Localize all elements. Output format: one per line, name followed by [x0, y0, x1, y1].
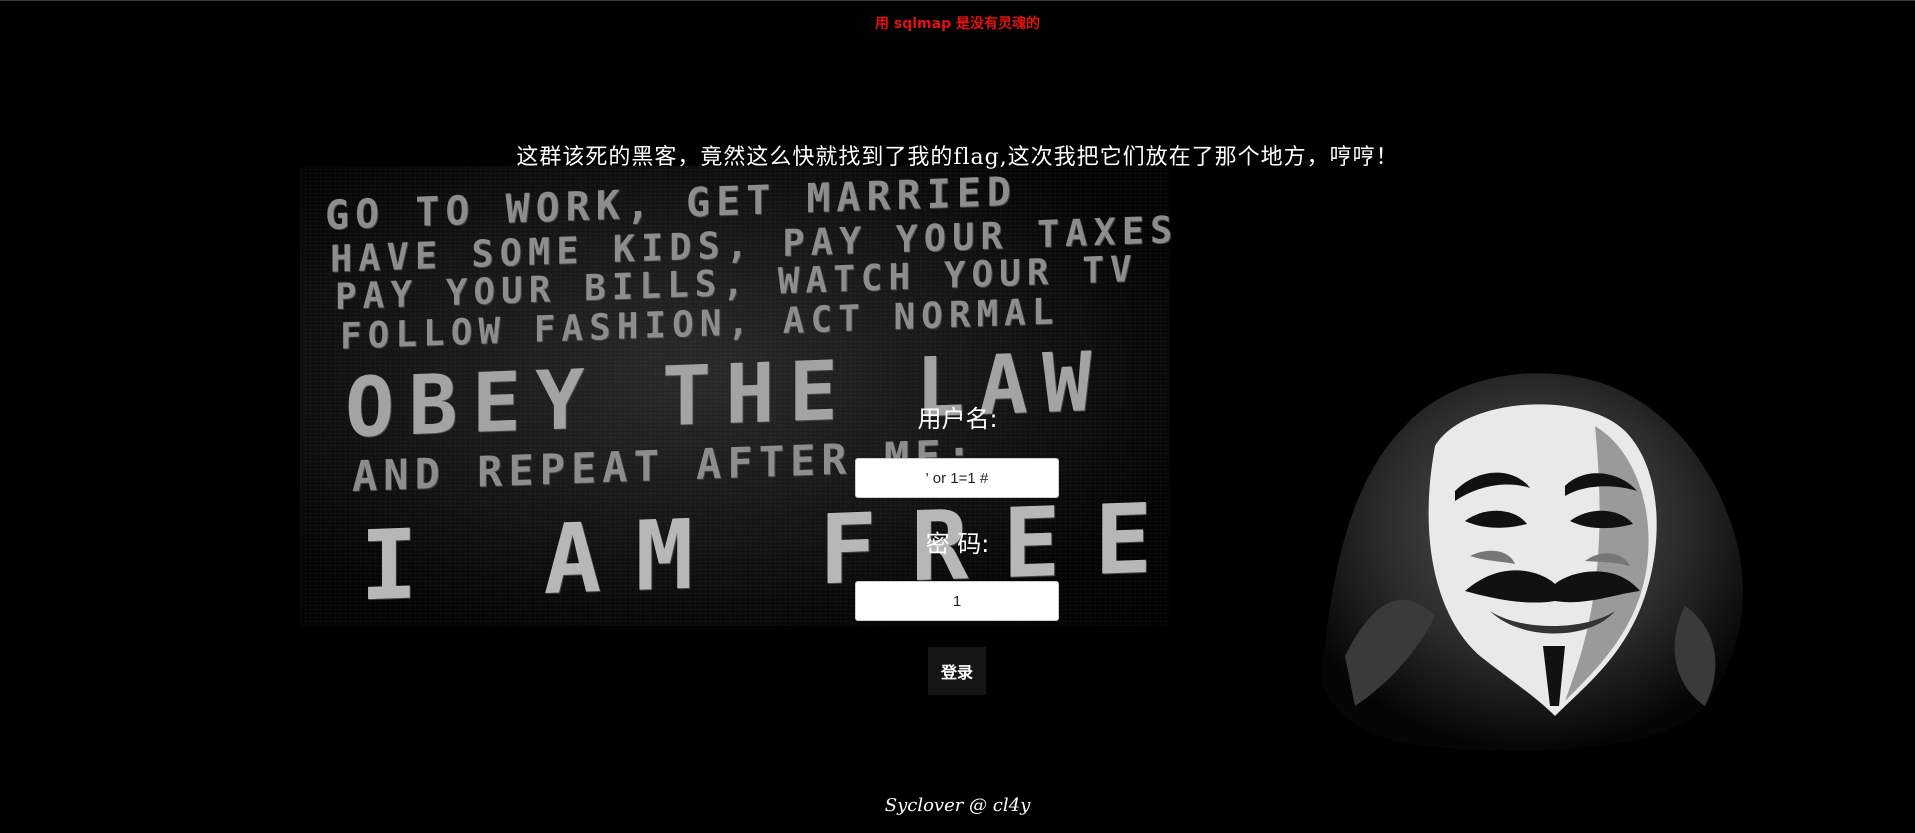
password-label: 密 码: — [925, 530, 990, 558]
login-button[interactable]: 登录 — [928, 647, 986, 695]
login-form: 用户名: 密 码: 登录 — [0, 1, 1915, 833]
username-label: 用户名: — [917, 405, 998, 433]
username-input[interactable] — [855, 458, 1059, 498]
password-input[interactable] — [855, 581, 1059, 621]
footer-credit: Syclover @ cl4y — [884, 795, 1031, 816]
page: 用 sqlmap 是没有灵魂的 GO TO WORK, GET MARRIED … — [0, 0, 1915, 833]
